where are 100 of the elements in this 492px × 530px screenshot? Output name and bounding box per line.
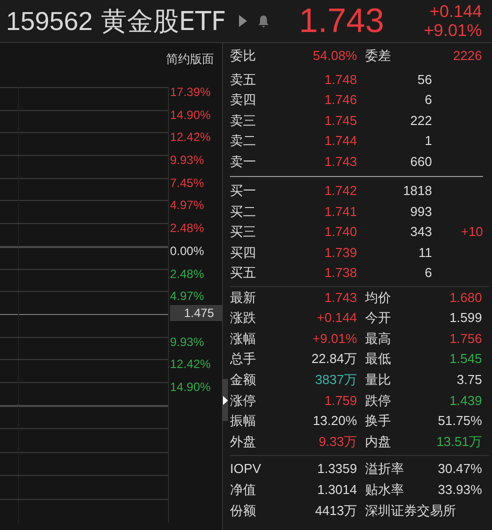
field-label: 跌停 xyxy=(364,392,392,410)
field-value: 2226 xyxy=(452,47,482,65)
ask-volume: 56 xyxy=(416,70,432,89)
field-label: 金额 xyxy=(230,370,257,389)
axis-label: 9.93% xyxy=(169,334,204,351)
field-value: +0.144 xyxy=(316,309,357,328)
field-value: 1.3014 xyxy=(316,480,357,499)
bid-price: 1.740 xyxy=(323,223,357,242)
field-label: 贴水率 xyxy=(364,480,405,499)
bid-price: 1.738 xyxy=(323,264,357,282)
ask-price: 1.745 xyxy=(323,112,357,130)
percent-change: +9.01% xyxy=(424,21,482,40)
axis-label: 14.90% xyxy=(169,108,211,124)
axis-label: 0.00% xyxy=(169,244,204,260)
field-label: 量比 xyxy=(364,370,392,389)
ask-price: 1.748 xyxy=(323,70,357,89)
field-label: 总手 xyxy=(230,350,257,368)
field-value: 1.743 xyxy=(323,288,357,307)
field-value: 1.599 xyxy=(448,309,482,328)
field-value: 13.20% xyxy=(312,412,357,430)
field-value: 13.51万 xyxy=(435,432,482,451)
axis-label: 4.97% xyxy=(169,198,204,214)
ask-price: 1.744 xyxy=(323,132,357,150)
field-label: 涨停 xyxy=(230,392,257,410)
bid-level-label: 买五 xyxy=(230,264,257,282)
axis-label: 12.42% xyxy=(169,130,211,146)
field-value: 1.439 xyxy=(448,392,482,410)
field-value: 9.33万 xyxy=(318,432,357,451)
bid-level-label: 买一 xyxy=(230,182,257,200)
field-value: 30.47% xyxy=(436,460,482,478)
last-price: 1.743 xyxy=(299,2,384,40)
field-value: 33.93% xyxy=(436,480,482,499)
field-label: 最高 xyxy=(364,330,392,348)
bid-level-label: 买二 xyxy=(230,202,257,221)
bid-volume: 343 xyxy=(409,223,432,242)
ask-level-label: 卖五 xyxy=(230,70,257,89)
field-label: 均价 xyxy=(364,288,392,307)
axis-label: 2.48% xyxy=(169,266,204,282)
price-tag: 1.475 xyxy=(170,304,222,321)
exchange-name: 深圳证券交易所 xyxy=(364,502,457,520)
field-label: 今开 xyxy=(364,309,392,328)
field-value: 1.3359 xyxy=(316,460,357,478)
bell-icon[interactable] xyxy=(258,14,270,28)
ask-level-label: 卖一 xyxy=(230,152,257,171)
play-icon[interactable] xyxy=(238,14,248,28)
stock-name: 黄金股ETF xyxy=(100,6,226,38)
axis-label: 2.48% xyxy=(169,221,204,238)
field-label: 份额 xyxy=(230,502,257,520)
bid-price: 1.741 xyxy=(323,202,357,221)
axis-label: 14.90% xyxy=(169,380,211,396)
bid-level-label: 买三 xyxy=(230,223,257,242)
ask-level-label: 卖四 xyxy=(230,91,257,110)
field-label: 涨跌 xyxy=(230,309,257,328)
layout-mode-link[interactable]: 简约版面 xyxy=(166,51,214,68)
axis-label: 9.93% xyxy=(169,153,204,170)
field-value: 1.759 xyxy=(323,392,357,410)
field-value: 1.680 xyxy=(448,288,482,307)
field-label: 净值 xyxy=(230,480,257,499)
axis-label: 12.42% xyxy=(169,357,211,374)
ask-price: 1.743 xyxy=(323,152,357,171)
ask-volume: 1 xyxy=(424,132,432,150)
ask-volume: 6 xyxy=(424,91,432,110)
field-label: 换手 xyxy=(364,412,392,430)
collapse-handle[interactable] xyxy=(222,379,228,421)
field-value: 4413万 xyxy=(314,502,357,520)
field-label: 最低 xyxy=(364,350,392,368)
axis-label: 17.39% xyxy=(169,85,211,101)
field-value: 54.08% xyxy=(312,47,357,65)
ask-price: 1.746 xyxy=(323,91,357,110)
bid-volume: 6 xyxy=(424,264,432,282)
field-label: IOPV xyxy=(230,460,262,478)
axis-label: 7.45% xyxy=(169,176,204,192)
field-value: 51.75% xyxy=(436,412,482,430)
price-change: +0.144 xyxy=(430,2,482,21)
field-label: 委差 xyxy=(364,47,392,65)
field-value: 3.75 xyxy=(456,370,482,389)
field-value: +9.01% xyxy=(312,330,357,348)
bid-price: 1.742 xyxy=(323,182,357,200)
ask-volume: 660 xyxy=(409,152,432,171)
bid-volume: 1818 xyxy=(402,182,432,200)
field-value: 22.84万 xyxy=(310,350,357,368)
field-value: 1.545 xyxy=(448,350,482,368)
bid-level-label: 买四 xyxy=(230,244,257,262)
field-label: 振幅 xyxy=(230,412,257,430)
bid-price: 1.739 xyxy=(323,244,357,262)
field-label: 最新 xyxy=(230,288,257,307)
ask-level-label: 卖二 xyxy=(230,132,257,150)
field-label: 外盘 xyxy=(230,432,257,451)
volume-change: +10 xyxy=(460,223,483,242)
ask-level-label: 卖三 xyxy=(230,112,257,130)
ask-volume: 222 xyxy=(409,112,432,130)
field-value: 3837万 xyxy=(314,370,357,389)
field-label: 涨幅 xyxy=(230,330,257,348)
bid-volume: 11 xyxy=(418,244,432,262)
field-label: 溢折率 xyxy=(364,460,405,478)
bid-volume: 993 xyxy=(409,202,432,221)
field-label: 委比 xyxy=(230,47,257,65)
stock-code: 159562 xyxy=(6,6,93,36)
field-label: 内盘 xyxy=(364,432,392,451)
field-value: 1.756 xyxy=(448,330,482,348)
